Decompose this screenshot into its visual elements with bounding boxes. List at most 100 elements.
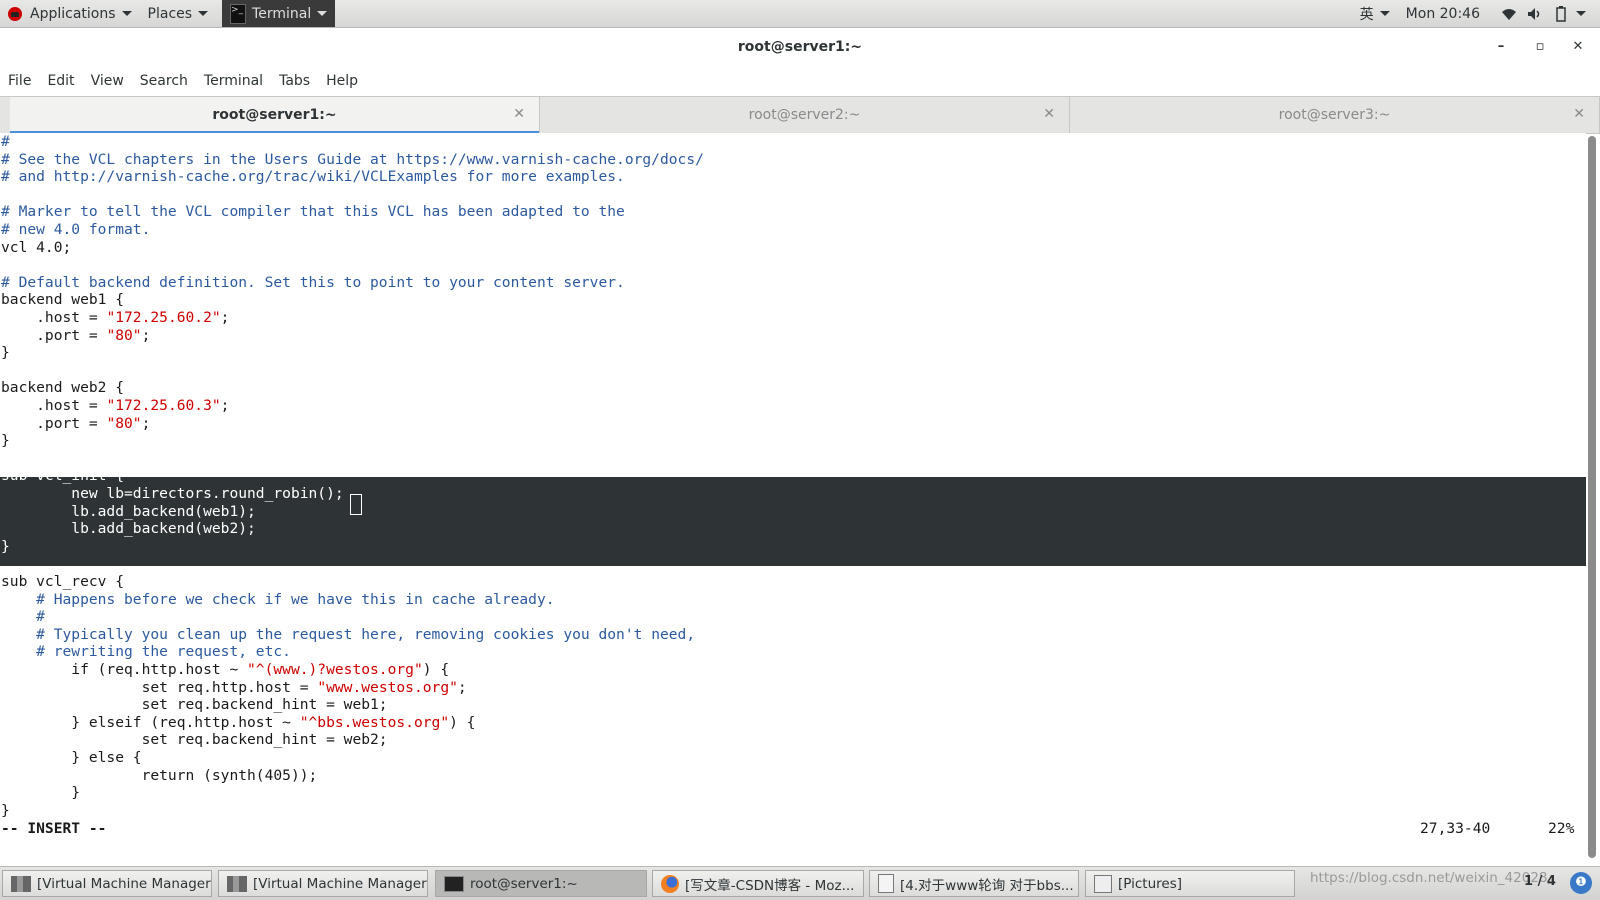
terminal-line: # Default backend definition. Set this t… [1,273,625,291]
task-firefox[interactable]: [写文章-CSDN博客 - Moz... [652,870,864,897]
terminal-line: } [1,344,10,362]
task-virt-manager-2[interactable]: [Virtual Machine Manager] [218,870,428,897]
task-label: [Virtual Machine Manager] [253,875,428,892]
chevron-down-icon [121,11,132,16]
terminal-line: vcl 4.0; [1,238,72,256]
close-tab-icon[interactable]: ✕ [513,106,525,122]
terminal-line: return (synth(405)); [1,766,318,784]
terminal-line: set req.http.host = "www.westos.org"; [1,678,467,696]
tab-server1[interactable]: root@server1:~ ✕ [10,97,540,134]
terminal-line: } [1,784,81,802]
terminal-line: backend web1 { [1,291,125,309]
cursor-position: 27,33-40 [1420,820,1491,837]
clock[interactable]: Mon 20:46 [1398,0,1488,27]
menu-terminal[interactable]: Terminal [198,73,269,89]
terminal-line: sub vcl_recv { [1,573,125,590]
text-cursor [350,494,362,515]
watermark: https://blog.csdn.net/weixin_42028 [1310,870,1548,886]
places-label: Places [147,5,193,22]
redhat-logo-icon [8,6,22,21]
task-label: root@server1:~ [470,875,578,892]
task-terminal[interactable]: root@server1:~ [435,870,647,897]
menu-edit[interactable]: Edit [41,73,80,89]
terminal-line: } [1,432,10,450]
terminal-line: if (req.http.host ~ "^(www.)?westos.org"… [1,661,450,678]
tab-bar: root@server1:~ ✕ root@server2:~ ✕ root@s… [0,96,1600,134]
task-pictures[interactable]: [Pictures] [1085,870,1295,897]
terminal-line: set req.backend_hint = web2; [1,731,388,749]
tab-server3[interactable]: root@server3:~ ✕ [1070,97,1600,133]
terminal-line: } else { [1,749,142,766]
terminal-line: .port = "80"; [1,414,151,432]
workspace-switcher-icon[interactable]: ❶ [1570,872,1592,894]
terminal-icon: >_ [230,3,247,24]
chevron-down-icon [198,11,209,16]
places-menu[interactable]: Places [140,0,217,27]
terminal-line: } [1,801,10,819]
scroll-percent: 22% [1548,820,1575,837]
terminal-line: lb.add_backend(web2); [1,520,256,538]
window-title: root@server1:~ [737,39,863,55]
terminal-line: .port = "80"; [1,326,151,344]
firefox-icon [661,874,679,893]
battery-icon [1553,5,1569,22]
terminal-line: # [36,608,45,626]
wifi-icon [1501,6,1517,22]
terminal-line: backend web2 { [1,379,125,397]
terminal-line: # Happens before we check if we have thi… [36,590,555,608]
close-button[interactable]: ✕ [1568,37,1588,57]
task-label: [Virtual Machine Manager] [37,875,212,892]
terminal-line: set req.backend_hint = web1; [1,696,388,714]
terminal-app-label: Terminal [252,5,312,22]
system-status-menu[interactable] [1488,0,1600,27]
applications-label: Applications [30,5,116,22]
workspace-indicator[interactable]: 1 / 4 [1524,874,1556,889]
terminal-line: # new 4.0 format. [1,221,151,238]
terminal-icon [444,875,464,892]
tab-server2[interactable]: root@server2:~ ✕ [540,97,1070,133]
tab-label: root@server2:~ [748,107,861,123]
input-method-indicator[interactable]: 英 [1352,0,1398,27]
terminal-line: # See the VCL chapters in the Users Guid… [1,150,704,168]
top-panel: Applications Places >_ Terminal 英 Mon 20… [0,0,1600,28]
clock-label: Mon 20:46 [1405,5,1480,22]
terminal-line: # rewriting the request, etc. [36,643,291,661]
menu-file[interactable]: File [2,73,37,89]
tab-label: root@server1:~ [212,107,337,123]
terminal-line: lb.add_backend(web1); [1,502,256,520]
terminal-line: # [1,133,10,150]
terminal-app-menu[interactable]: >_ Terminal [222,0,336,27]
menu-help[interactable]: Help [320,73,364,89]
volume-icon [1527,6,1543,22]
vmm-icon [227,875,247,892]
close-tab-icon[interactable]: ✕ [1573,106,1585,122]
vmm-icon [11,875,31,892]
applications-menu[interactable]: Applications [0,0,140,27]
terminal-scrollbar[interactable] [1588,136,1596,858]
menu-search[interactable]: Search [134,73,194,89]
terminal-output[interactable]: # # See the VCL chapters in the Users Gui… [0,133,1586,862]
chevron-down-icon [317,11,328,16]
task-document[interactable]: [4.对于www轮询 对于bbs... [869,870,1079,897]
task-label: [Pictures] [1118,875,1182,892]
folder-icon [1094,874,1112,893]
task-label: [4.对于www轮询 对于bbs... [900,877,1074,894]
maximize-button[interactable]: ▫ [1530,37,1550,57]
terminal-line: sub vcl_init { [1,467,125,485]
chevron-down-icon [1576,11,1586,16]
terminal-line: # and http://varnish-cache.org/trac/wiki… [1,168,625,186]
terminal-line: .host = "172.25.60.3"; [1,397,230,414]
terminal-line: # Typically you clean up the request her… [36,625,696,643]
menu-tabs[interactable]: Tabs [273,73,316,89]
task-virt-manager-1[interactable]: [Virtual Machine Manager] [2,870,212,897]
menu-bar: File Edit View Search Terminal Tabs Help [0,66,1600,96]
close-tab-icon[interactable]: ✕ [1043,106,1055,122]
input-method-label: 英 [1359,6,1374,23]
menu-view[interactable]: View [85,73,130,89]
window-title-bar[interactable]: root@server1:~ – ▫ ✕ [0,28,1600,66]
minimize-button[interactable]: – [1491,37,1511,57]
chevron-down-icon [1379,11,1390,16]
terminal-line: } [1,537,10,555]
terminal-line: # Marker to tell the VCL compiler that t… [1,203,625,221]
terminal-line: } elseif (req.http.host ~ "^bbs.westos.o… [1,713,476,731]
